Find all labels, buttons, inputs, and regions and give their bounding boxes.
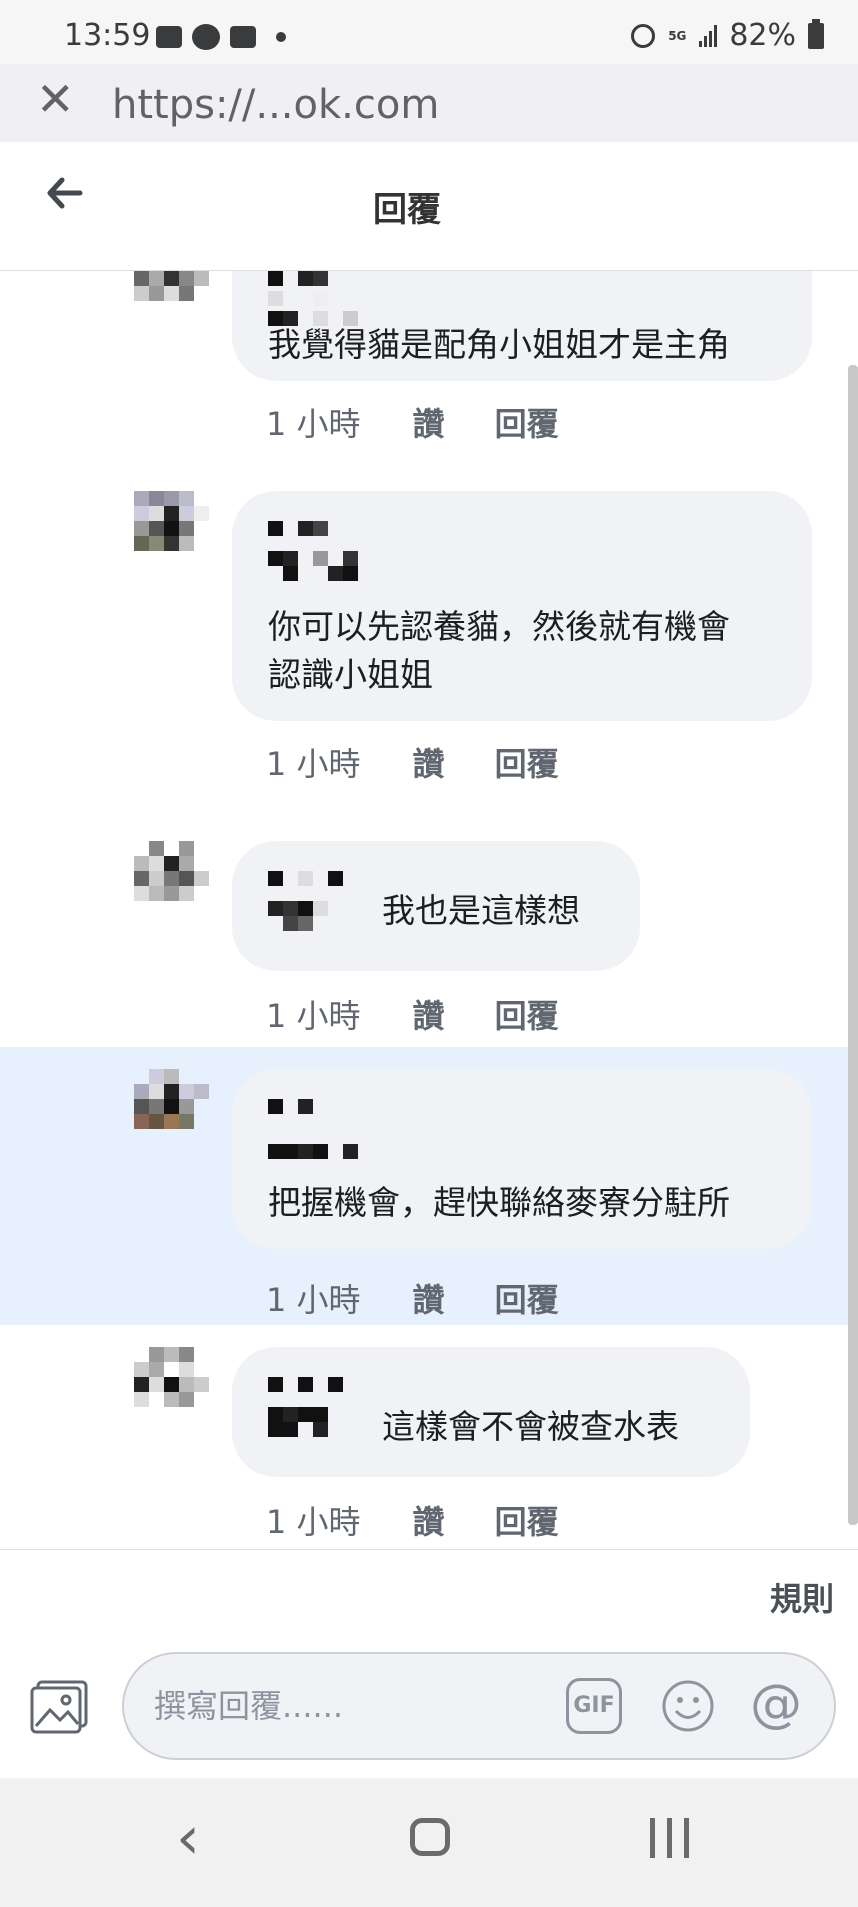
comment-text: 這樣會不會被查水表 bbox=[382, 1407, 679, 1446]
signal-icon bbox=[699, 24, 718, 47]
comment-bubble: 我覺得貓是配角小姐姐才是主角 bbox=[232, 271, 812, 381]
comment-actions: 1 小時 讚 回覆 bbox=[266, 1275, 559, 1321]
comment-time: 1 小時 bbox=[266, 405, 361, 443]
reply-button[interactable]: 回覆 bbox=[495, 1497, 559, 1543]
emoji-icon[interactable] bbox=[660, 1678, 716, 1734]
nav-recents-button[interactable] bbox=[650, 1818, 689, 1858]
comment-bubble: 把握機會，趕快聯絡麥寮分駐所 bbox=[232, 1069, 812, 1249]
at-icon[interactable]: @ bbox=[748, 1678, 804, 1734]
reply-button[interactable]: 回覆 bbox=[495, 1275, 559, 1321]
avatar[interactable] bbox=[134, 1069, 224, 1159]
comment-actions: 1 小時 讚 回覆 bbox=[266, 991, 559, 1037]
notification-icons bbox=[156, 24, 286, 50]
avatar[interactable] bbox=[134, 491, 224, 581]
alarm-icon bbox=[631, 23, 656, 48]
comment-item-highlighted: 把握機會，趕快聯絡麥寮分駐所 1 小時 讚 回覆 bbox=[0, 1047, 858, 1325]
youtube-notification-icon bbox=[230, 26, 256, 48]
like-button[interactable]: 讚 bbox=[413, 399, 445, 445]
comment-actions: 1 小時 讚 回覆 bbox=[266, 1497, 559, 1543]
comment-text: 我覺得貓是配角小姐姐才是主角 bbox=[268, 325, 730, 364]
reply-button[interactable]: 回覆 bbox=[495, 399, 559, 445]
line-notification-icon bbox=[192, 24, 220, 50]
page-header: 回覆 bbox=[0, 142, 858, 271]
photo-icon[interactable] bbox=[30, 1680, 90, 1734]
reply-button[interactable]: 回覆 bbox=[495, 739, 559, 785]
comment-bubble: 我也是這樣想 bbox=[232, 841, 640, 971]
like-button[interactable]: 讚 bbox=[413, 991, 445, 1037]
comment-text: 你可以先認養貓，然後就有機會 認識小姐姐 bbox=[268, 607, 730, 694]
more-notifications-icon bbox=[276, 32, 286, 42]
avatar[interactable] bbox=[134, 271, 224, 331]
like-button[interactable]: 讚 bbox=[413, 739, 445, 785]
rules-link[interactable]: 規則 bbox=[770, 1574, 834, 1620]
comment-list: 我覺得貓是配角小姐姐才是主角 1 小時 讚 回覆 你可以先認養貓，然後就有機會 … bbox=[0, 271, 858, 1549]
system-nav-bar: ‹ bbox=[0, 1778, 858, 1907]
browser-url-bar: ✕ https://...ok.com bbox=[0, 64, 858, 143]
gif-icon[interactable]: GIF bbox=[566, 1678, 622, 1734]
avatar[interactable] bbox=[134, 841, 224, 931]
divider bbox=[0, 1549, 858, 1550]
status-time: 13:59 bbox=[64, 18, 151, 53]
avatar[interactable] bbox=[134, 1347, 224, 1437]
comment-bubble: 你可以先認養貓，然後就有機會 認識小姐姐 bbox=[232, 491, 812, 721]
status-bar: 13:59 5G 82% bbox=[0, 0, 858, 64]
url-text[interactable]: https://...ok.com bbox=[112, 82, 439, 128]
nav-home-button[interactable] bbox=[410, 1818, 450, 1856]
page-title: 回覆 bbox=[373, 190, 441, 230]
comment-time: 1 小時 bbox=[266, 745, 361, 783]
comment-actions: 1 小時 讚 回覆 bbox=[266, 739, 559, 785]
close-icon[interactable]: ✕ bbox=[36, 76, 75, 122]
comment-time: 1 小時 bbox=[266, 1503, 361, 1541]
comment-text: 我也是這樣想 bbox=[382, 891, 580, 930]
network-type: 5G bbox=[668, 28, 687, 43]
reply-input[interactable] bbox=[152, 1680, 576, 1732]
comment-item: 這樣會不會被查水表 1 小時 讚 回覆 bbox=[0, 1347, 858, 1549]
comment-item: 我覺得貓是配角小姐姐才是主角 1 小時 讚 回覆 bbox=[0, 271, 858, 451]
comment-time: 1 小時 bbox=[266, 997, 361, 1035]
comment-actions: 1 小時 讚 回覆 bbox=[266, 399, 559, 445]
like-button[interactable]: 讚 bbox=[413, 1497, 445, 1543]
comment-text: 把握機會，趕快聯絡麥寮分駐所 bbox=[268, 1183, 730, 1222]
nav-back-button[interactable]: ‹ bbox=[176, 1808, 200, 1868]
comment-time: 1 小時 bbox=[266, 1281, 361, 1319]
comment-item: 我也是這樣想 1 小時 讚 回覆 bbox=[0, 841, 858, 1051]
system-icons: 5G 82% bbox=[631, 18, 824, 53]
like-button[interactable]: 讚 bbox=[413, 1275, 445, 1321]
battery-percent: 82% bbox=[729, 18, 796, 53]
comment-item: 你可以先認養貓，然後就有機會 認識小姐姐 1 小時 讚 回覆 bbox=[0, 491, 858, 783]
gallery-notification-icon bbox=[156, 26, 182, 48]
reply-composer: GIF @ bbox=[122, 1652, 836, 1760]
scrollbar[interactable] bbox=[848, 365, 858, 1525]
reply-button[interactable]: 回覆 bbox=[495, 991, 559, 1037]
comment-bubble: 這樣會不會被查水表 bbox=[232, 1347, 750, 1477]
battery-icon bbox=[808, 18, 824, 49]
